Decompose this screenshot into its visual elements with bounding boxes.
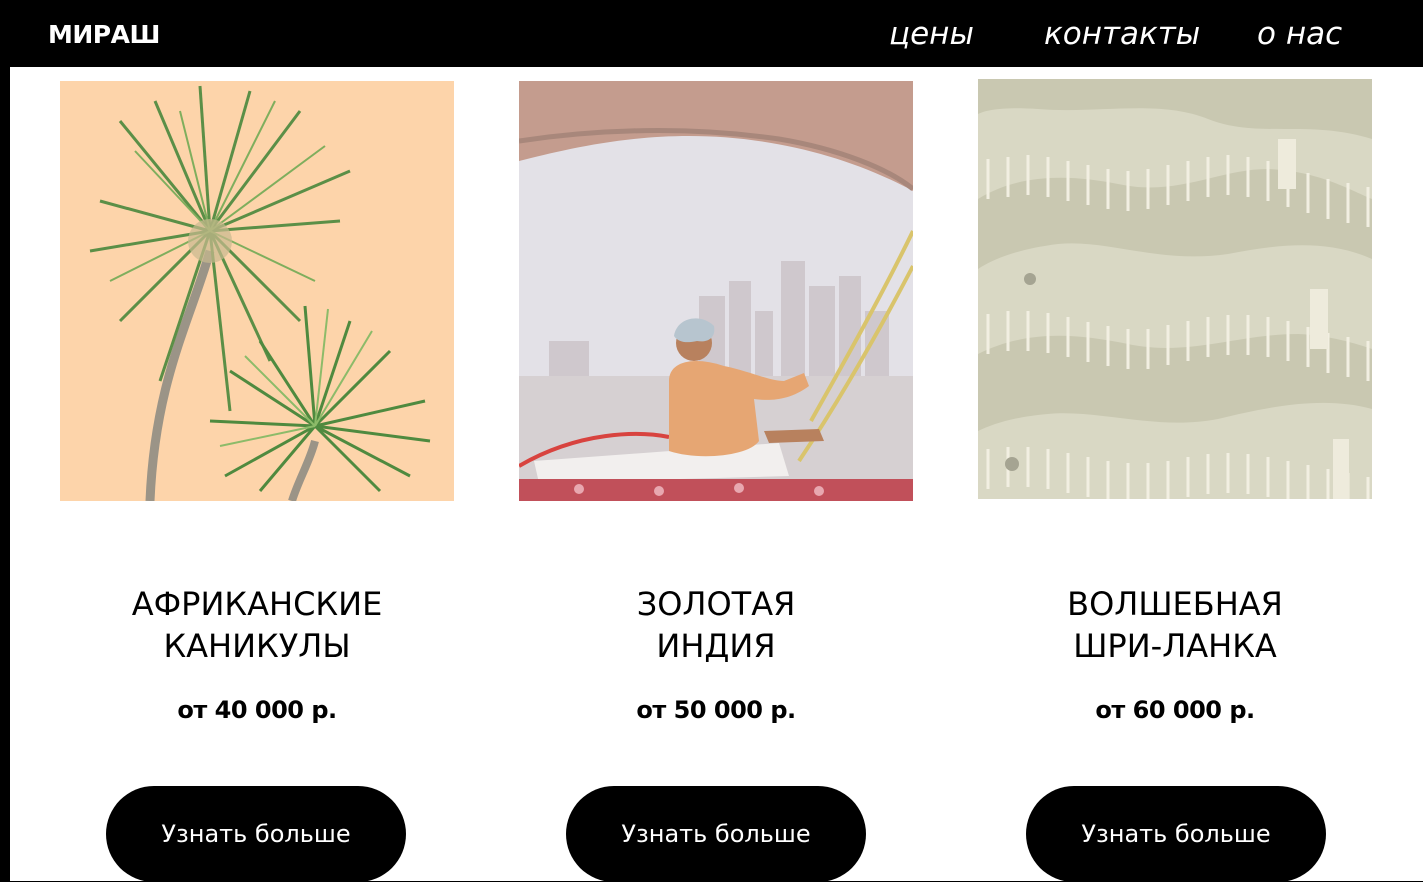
- boatman-illustration: [519, 81, 913, 501]
- learn-more-button[interactable]: Узнать больше: [566, 786, 866, 882]
- tour-title-line1: АФРИКАНСКИЕ: [131, 585, 383, 623]
- tour-title: ЗОЛОТАЯ ИНДИЯ: [519, 583, 913, 667]
- tour-price: от 40 000 р.: [177, 696, 337, 724]
- tour-title-line1: ВОЛШЕБНАЯ: [1067, 585, 1283, 623]
- tour-image-palm-trees: [60, 81, 454, 501]
- tour-title-line2: ИНДИЯ: [656, 627, 776, 665]
- nav-link-prices[interactable]: цены: [889, 14, 974, 54]
- tour-title-line1: ЗОЛОТАЯ: [636, 585, 796, 623]
- tour-image-balconies: [978, 79, 1372, 499]
- tour-card-africa: АФРИКАНСКИЕ КАНИКУЛЫ от 40 000 р. Узнать…: [60, 67, 454, 882]
- nav-link-about[interactable]: о нас: [1257, 14, 1342, 54]
- learn-more-button[interactable]: Узнать больше: [1026, 786, 1326, 882]
- tour-price: от 60 000 р.: [1095, 696, 1255, 724]
- palm-trees-illustration: [60, 81, 454, 501]
- tour-title-line2: ШРИ-ЛАНКА: [1073, 627, 1277, 665]
- learn-more-button[interactable]: Узнать больше: [106, 786, 406, 882]
- logo[interactable]: МИРАШ: [48, 20, 160, 50]
- tour-card-sri-lanka: ВОЛШЕБНАЯ ШРИ-ЛАНКА от 60 000 р. Узнать …: [978, 67, 1372, 882]
- balconies-illustration: [978, 79, 1372, 499]
- nav-link-contacts[interactable]: контакты: [1044, 14, 1200, 54]
- tour-image-boatman: [519, 81, 913, 501]
- tour-title: ВОЛШЕБНАЯ ШРИ-ЛАНКА: [978, 583, 1372, 667]
- tour-title-line2: КАНИКУЛЫ: [163, 627, 351, 665]
- top-nav: МИРАШ цены контакты о нас: [0, 0, 1423, 67]
- tour-title: АФРИКАНСКИЕ КАНИКУЛЫ: [60, 583, 454, 667]
- tour-price: от 50 000 р.: [636, 696, 796, 724]
- main-content: АФРИКАНСКИЕ КАНИКУЛЫ от 40 000 р. Узнать…: [10, 67, 1423, 882]
- tour-card-india: ЗОЛОТАЯ ИНДИЯ от 50 000 р. Узнать больше: [519, 67, 913, 882]
